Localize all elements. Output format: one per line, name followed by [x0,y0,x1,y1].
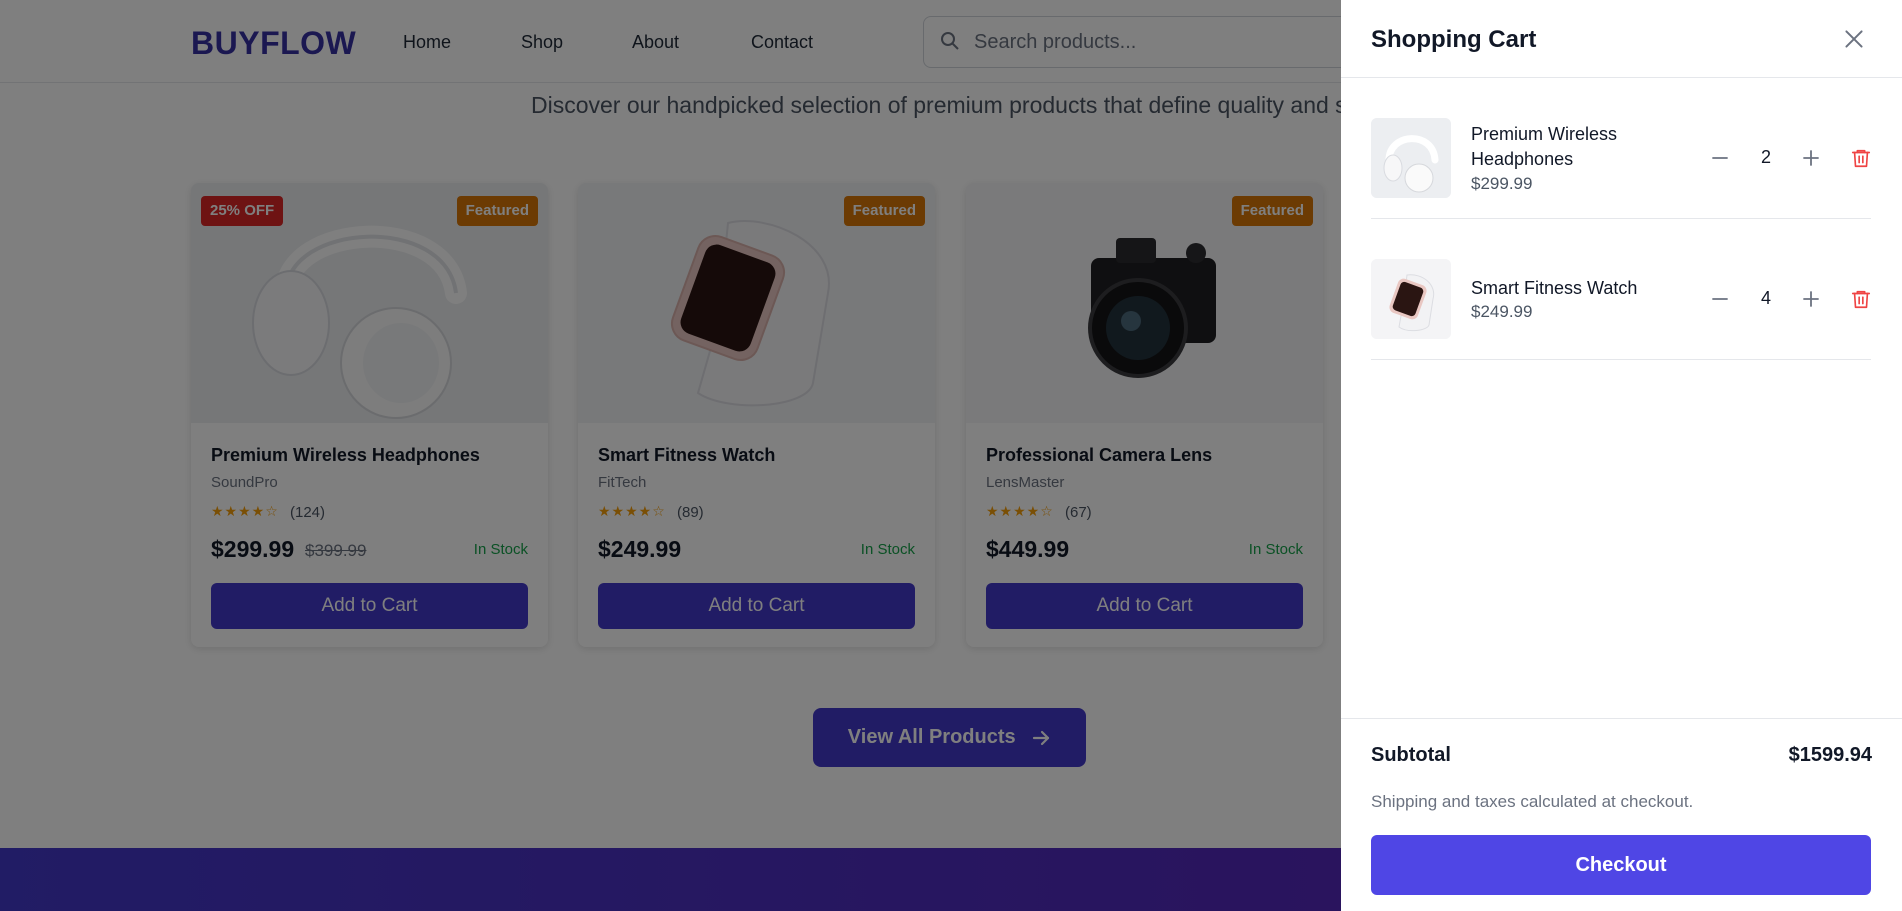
cart-title: Shopping Cart [1371,26,1537,53]
cart-item: Smart Fitness Watch $249.99 4 [1371,219,1871,360]
shipping-note: Shipping and taxes calculated at checkou… [1371,792,1694,811]
cart-item-name: Premium Wireless Headphones [1471,124,1618,169]
minus-icon[interactable] [1708,146,1732,170]
trash-icon[interactable] [1850,147,1872,169]
plus-icon[interactable] [1799,146,1823,170]
plus-icon[interactable] [1799,287,1823,311]
trash-icon[interactable] [1850,288,1872,310]
cart-drawer: Shopping Cart Premium Wireless Headphone… [1341,0,1902,911]
headphones-thumbnail [1371,118,1451,198]
subtotal-value: $1599.94 [1788,744,1872,766]
cart-item-price: $299.99 [1471,174,1533,193]
cart-item-price: $249.99 [1471,302,1533,321]
checkout-button[interactable]: Checkout [1371,835,1871,895]
close-icon[interactable] [1841,26,1867,52]
minus-icon[interactable] [1708,287,1732,311]
watch-thumbnail [1371,259,1451,339]
quantity-value: 2 [1760,147,1771,167]
cart-header: Shopping Cart [1341,0,1902,78]
cart-footer: Subtotal $1599.94 Shipping and taxes cal… [1341,718,1902,911]
quantity-value: 4 [1760,288,1771,308]
cart-item: Premium Wireless Headphones $299.99 2 [1371,78,1871,219]
cart-item-name: Smart Fitness Watch [1471,278,1638,298]
subtotal-label: Subtotal [1371,744,1451,766]
